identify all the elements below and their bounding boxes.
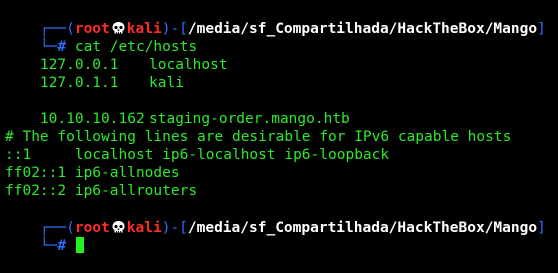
prompt-close: ] xyxy=(537,21,546,37)
prompt-close: ] xyxy=(537,220,546,236)
prompt-cwd: /media/sf_Compartilhada/HackTheBox/Mango xyxy=(187,220,538,236)
text-cursor[interactable] xyxy=(75,237,84,253)
hosts-comment: # The following lines are desirable for … xyxy=(5,129,512,145)
skull-icon xyxy=(112,221,125,233)
host-name: kali xyxy=(149,75,184,91)
host-ip: 127.0.1.1 xyxy=(39,75,119,91)
prompt-host: kali xyxy=(126,220,162,236)
host-ip: 10.10.10.162 xyxy=(39,111,145,127)
terminal-window[interactable]: ┌──(root kali)-[/media/sf_Compartilhada/H… xyxy=(0,0,558,254)
prompt-cwd: /media/sf_Compartilhada/HackTheBox/Mango xyxy=(187,21,538,37)
hosts-entry: 127.0.0.1 localhost xyxy=(5,38,228,73)
prompt-corner-bottom: └─ xyxy=(39,238,58,254)
prompt-line-1: ┌──(root kali)-[/media/sf_Compartilhada/H… xyxy=(5,2,546,37)
prompt-hash: # xyxy=(57,238,67,254)
hosts-entry: 127.0.1.1 kali xyxy=(5,56,184,91)
prompt-line-2: ┌──(root kali)-[/media/sf_Compartilhada/H… xyxy=(5,201,546,236)
command-line: └─# cat /etc/hosts xyxy=(5,20,197,55)
ipv6-entry: ::1 localhost ip6-localhost ip6-loopback xyxy=(5,147,390,163)
ipv6-entry: ff02::2 ip6-allrouters xyxy=(5,183,198,199)
prompt-separator: )-[ xyxy=(161,220,188,236)
host-name: staging-order.mango.htb xyxy=(149,111,350,127)
input-line[interactable]: └─# xyxy=(5,219,84,254)
ipv6-entry: ff02::1 ip6-allnodes xyxy=(5,165,180,181)
hosts-entry: 10.10.10.162 staging-order.mango.htb xyxy=(5,92,350,127)
host-name: localhost xyxy=(149,57,228,73)
